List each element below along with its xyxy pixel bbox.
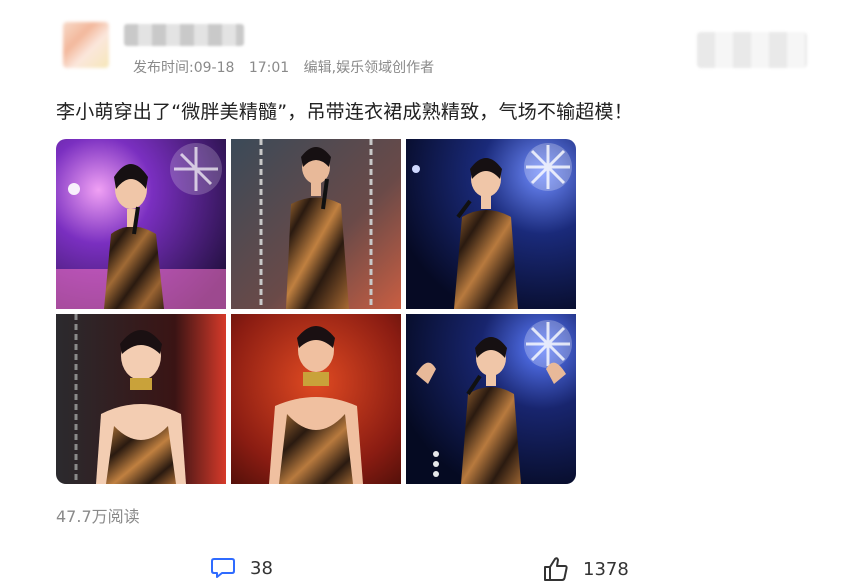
photo-1[interactable] (56, 139, 226, 309)
photo-6[interactable] (406, 314, 576, 484)
thumbs-up-icon (543, 556, 569, 582)
photo-2[interactable] (231, 139, 401, 309)
comment-button[interactable]: 38 (210, 556, 273, 580)
author-avatar[interactable] (63, 22, 109, 68)
comment-icon (210, 556, 236, 580)
photo-4[interactable] (56, 314, 226, 484)
author-name-blurred[interactable] (124, 24, 244, 46)
photo-grid (56, 139, 576, 484)
like-count: 1378 (583, 558, 629, 580)
publish-time: 发布时间:09-18 (133, 60, 235, 76)
comment-count: 38 (250, 557, 273, 579)
post-headline: 李小萌穿出了“微胖美精髓”，吊带连衣裙成熟精致，气场不输超模！ (56, 101, 633, 123)
post-meta: 发布时间:09-18 17:01 编辑,娱乐领域创作者 (133, 57, 444, 77)
follow-button-blurred[interactable] (697, 32, 807, 68)
photo-3[interactable] (406, 139, 576, 309)
photo-5[interactable] (231, 314, 401, 484)
view-count: 47.7万阅读 (56, 507, 140, 526)
publish-clock: 17:01 (248, 60, 290, 76)
like-button[interactable]: 1378 (543, 556, 629, 582)
author-role: 编辑,娱乐领域创作者 (303, 60, 435, 76)
